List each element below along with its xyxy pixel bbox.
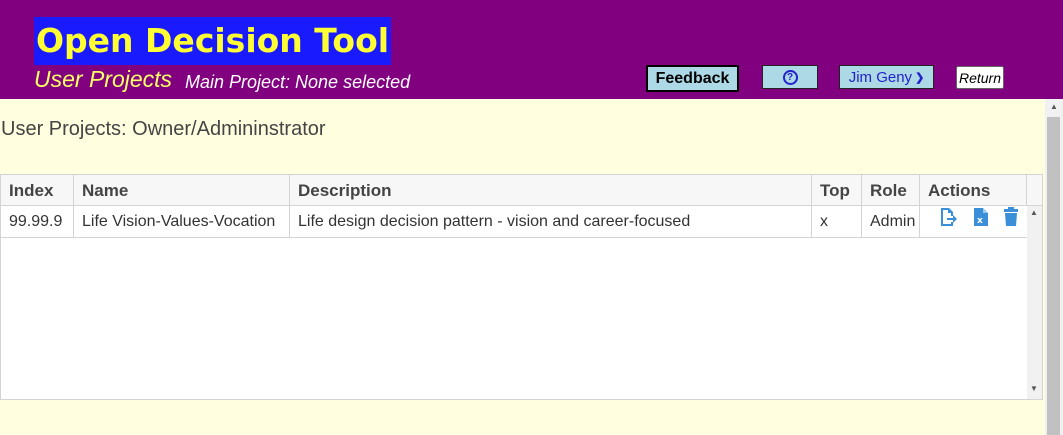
export-icon[interactable] — [939, 207, 957, 227]
cell-name: Life Vision-Values-Vocation — [74, 206, 290, 238]
column-header-top[interactable]: Top — [812, 175, 862, 206]
excel-file-icon[interactable]: x — [972, 207, 990, 227]
svg-text:x: x — [977, 216, 983, 226]
section-title: User Projects: Owner/Admininstrator — [1, 118, 326, 140]
main-project-status: Main Project: None selected — [185, 72, 411, 92]
page-subtitle: User Projects — [34, 66, 173, 92]
chevron-down-icon: ❯ — [915, 71, 925, 84]
question-circle-icon: ? — [782, 69, 798, 85]
column-header-name[interactable]: Name — [74, 175, 290, 206]
page-scrollbar-thumb[interactable] — [1047, 117, 1060, 435]
cell-index: 99.99.9 — [1, 206, 74, 238]
scroll-down-arrow-icon[interactable]: ▼ — [1030, 384, 1038, 393]
projects-table: Index Name Description Top Role Actions … — [0, 174, 1043, 400]
user-menu-button[interactable]: Jim Geny ❯ — [839, 65, 934, 89]
scroll-up-arrow-icon[interactable]: ▲ — [1050, 102, 1058, 111]
cell-description: Life design decision pattern - vision an… — [290, 206, 812, 238]
table-header: Index Name Description Top Role Actions — [1, 175, 1042, 206]
table-scrollbar[interactable]: ▲ ▼ — [1027, 206, 1042, 399]
column-header-index[interactable]: Index — [1, 175, 74, 206]
column-header-role[interactable]: Role — [862, 175, 920, 206]
column-header-actions: Actions — [920, 175, 1027, 206]
user-name: Jim Geny — [848, 68, 913, 86]
cell-actions: x — [920, 206, 1027, 238]
feedback-button[interactable]: Feedback — [646, 65, 739, 92]
trash-icon[interactable] — [1002, 207, 1020, 227]
app-title: Open Decision Tool — [34, 17, 392, 65]
cell-top: x — [812, 206, 862, 238]
table-row[interactable]: 99.99.9 Life Vision-Values-Vocation Life… — [1, 206, 1027, 238]
help-button[interactable]: ? — [762, 65, 818, 89]
page-scrollbar[interactable]: ▲ — [1045, 99, 1063, 435]
cell-role: Admin — [862, 206, 920, 238]
scroll-up-arrow-icon[interactable]: ▲ — [1030, 208, 1038, 217]
return-button[interactable]: Return — [956, 66, 1004, 89]
app-header: Open Decision Tool User Projects Main Pr… — [0, 0, 1063, 99]
column-header-description[interactable]: Description — [290, 175, 812, 206]
